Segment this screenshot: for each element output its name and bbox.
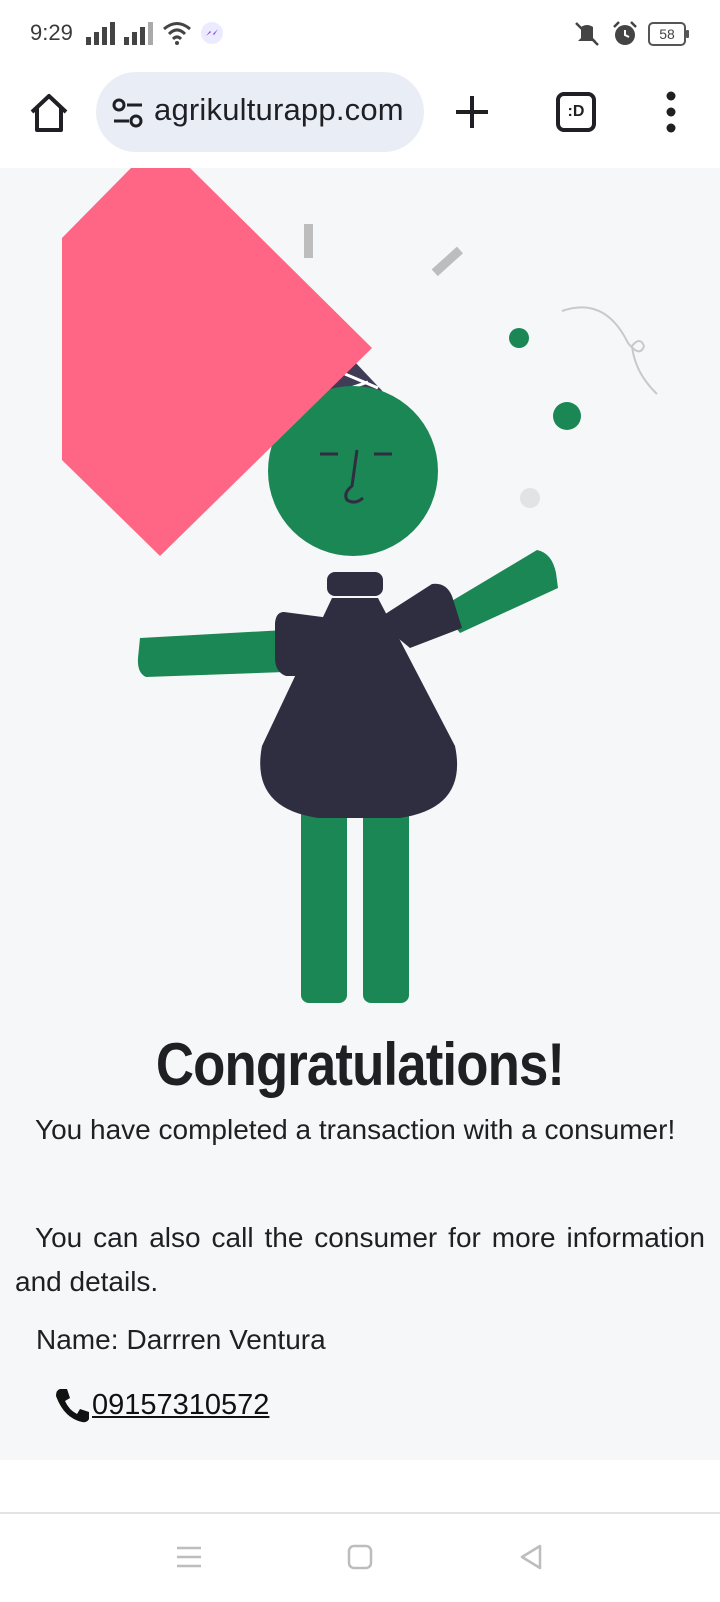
streamer	[561, 306, 658, 395]
call-info-message: You can also call the consumer for more …	[15, 1222, 705, 1297]
url-text[interactable]: agrikulturapp.com	[154, 92, 404, 128]
character-collar	[327, 572, 383, 596]
page-content: Congratulations! You have completed a tr…	[0, 168, 720, 1460]
new-tab-plus-icon[interactable]	[452, 92, 492, 132]
signal-icon	[124, 22, 153, 45]
battery-icon: 58	[648, 22, 689, 46]
alarm-icon	[613, 21, 637, 45]
confetti-dot	[520, 488, 540, 508]
status-right-icons: 58	[572, 18, 689, 50]
site-settings-icon[interactable]	[112, 98, 144, 128]
tabs-icon[interactable]: :D	[556, 92, 596, 132]
confetti-dot	[509, 328, 529, 348]
recent-apps-icon[interactable]	[174, 1542, 204, 1572]
consumer-name: Name: Darrren Ventura	[36, 1324, 326, 1356]
status-bar: 9:29 58	[0, 0, 720, 70]
consumer-name-value: Darrren Ventura	[126, 1324, 326, 1355]
right-leg	[363, 798, 409, 1003]
more-menu-icon[interactable]	[656, 88, 686, 136]
celebration-illustration	[62, 168, 658, 1003]
left-arm	[137, 630, 285, 677]
home-icon[interactable]	[26, 90, 72, 136]
phone-icon[interactable]	[54, 1386, 92, 1424]
phone-link[interactable]: 09157310572	[92, 1389, 269, 1422]
left-leg	[301, 798, 347, 1003]
browser-toolbar: agrikulturapp.com :D	[0, 70, 720, 170]
completion-message: You have completed a transaction with a …	[35, 1114, 676, 1145]
confetti-piece	[431, 246, 463, 277]
signal-icon	[86, 22, 115, 45]
confetti-dot	[553, 402, 581, 430]
page-title: Congratulations!	[155, 1031, 565, 1098]
back-triangle-icon[interactable]	[516, 1542, 546, 1572]
mute-vibrate-icon	[575, 22, 599, 46]
home-square-icon[interactable]	[345, 1542, 375, 1572]
url-bar[interactable]: agrikulturapp.com	[96, 72, 424, 152]
confetti-piece	[304, 224, 313, 258]
status-time: 9:29	[30, 20, 73, 45]
consumer-name-label: Name:	[36, 1324, 119, 1355]
system-nav-bar	[0, 1512, 720, 1602]
wifi-icon	[163, 22, 191, 45]
messenger-icon	[201, 22, 223, 44]
status-left-icons	[86, 18, 224, 48]
phone-row[interactable]: 09157310572	[54, 1386, 269, 1424]
